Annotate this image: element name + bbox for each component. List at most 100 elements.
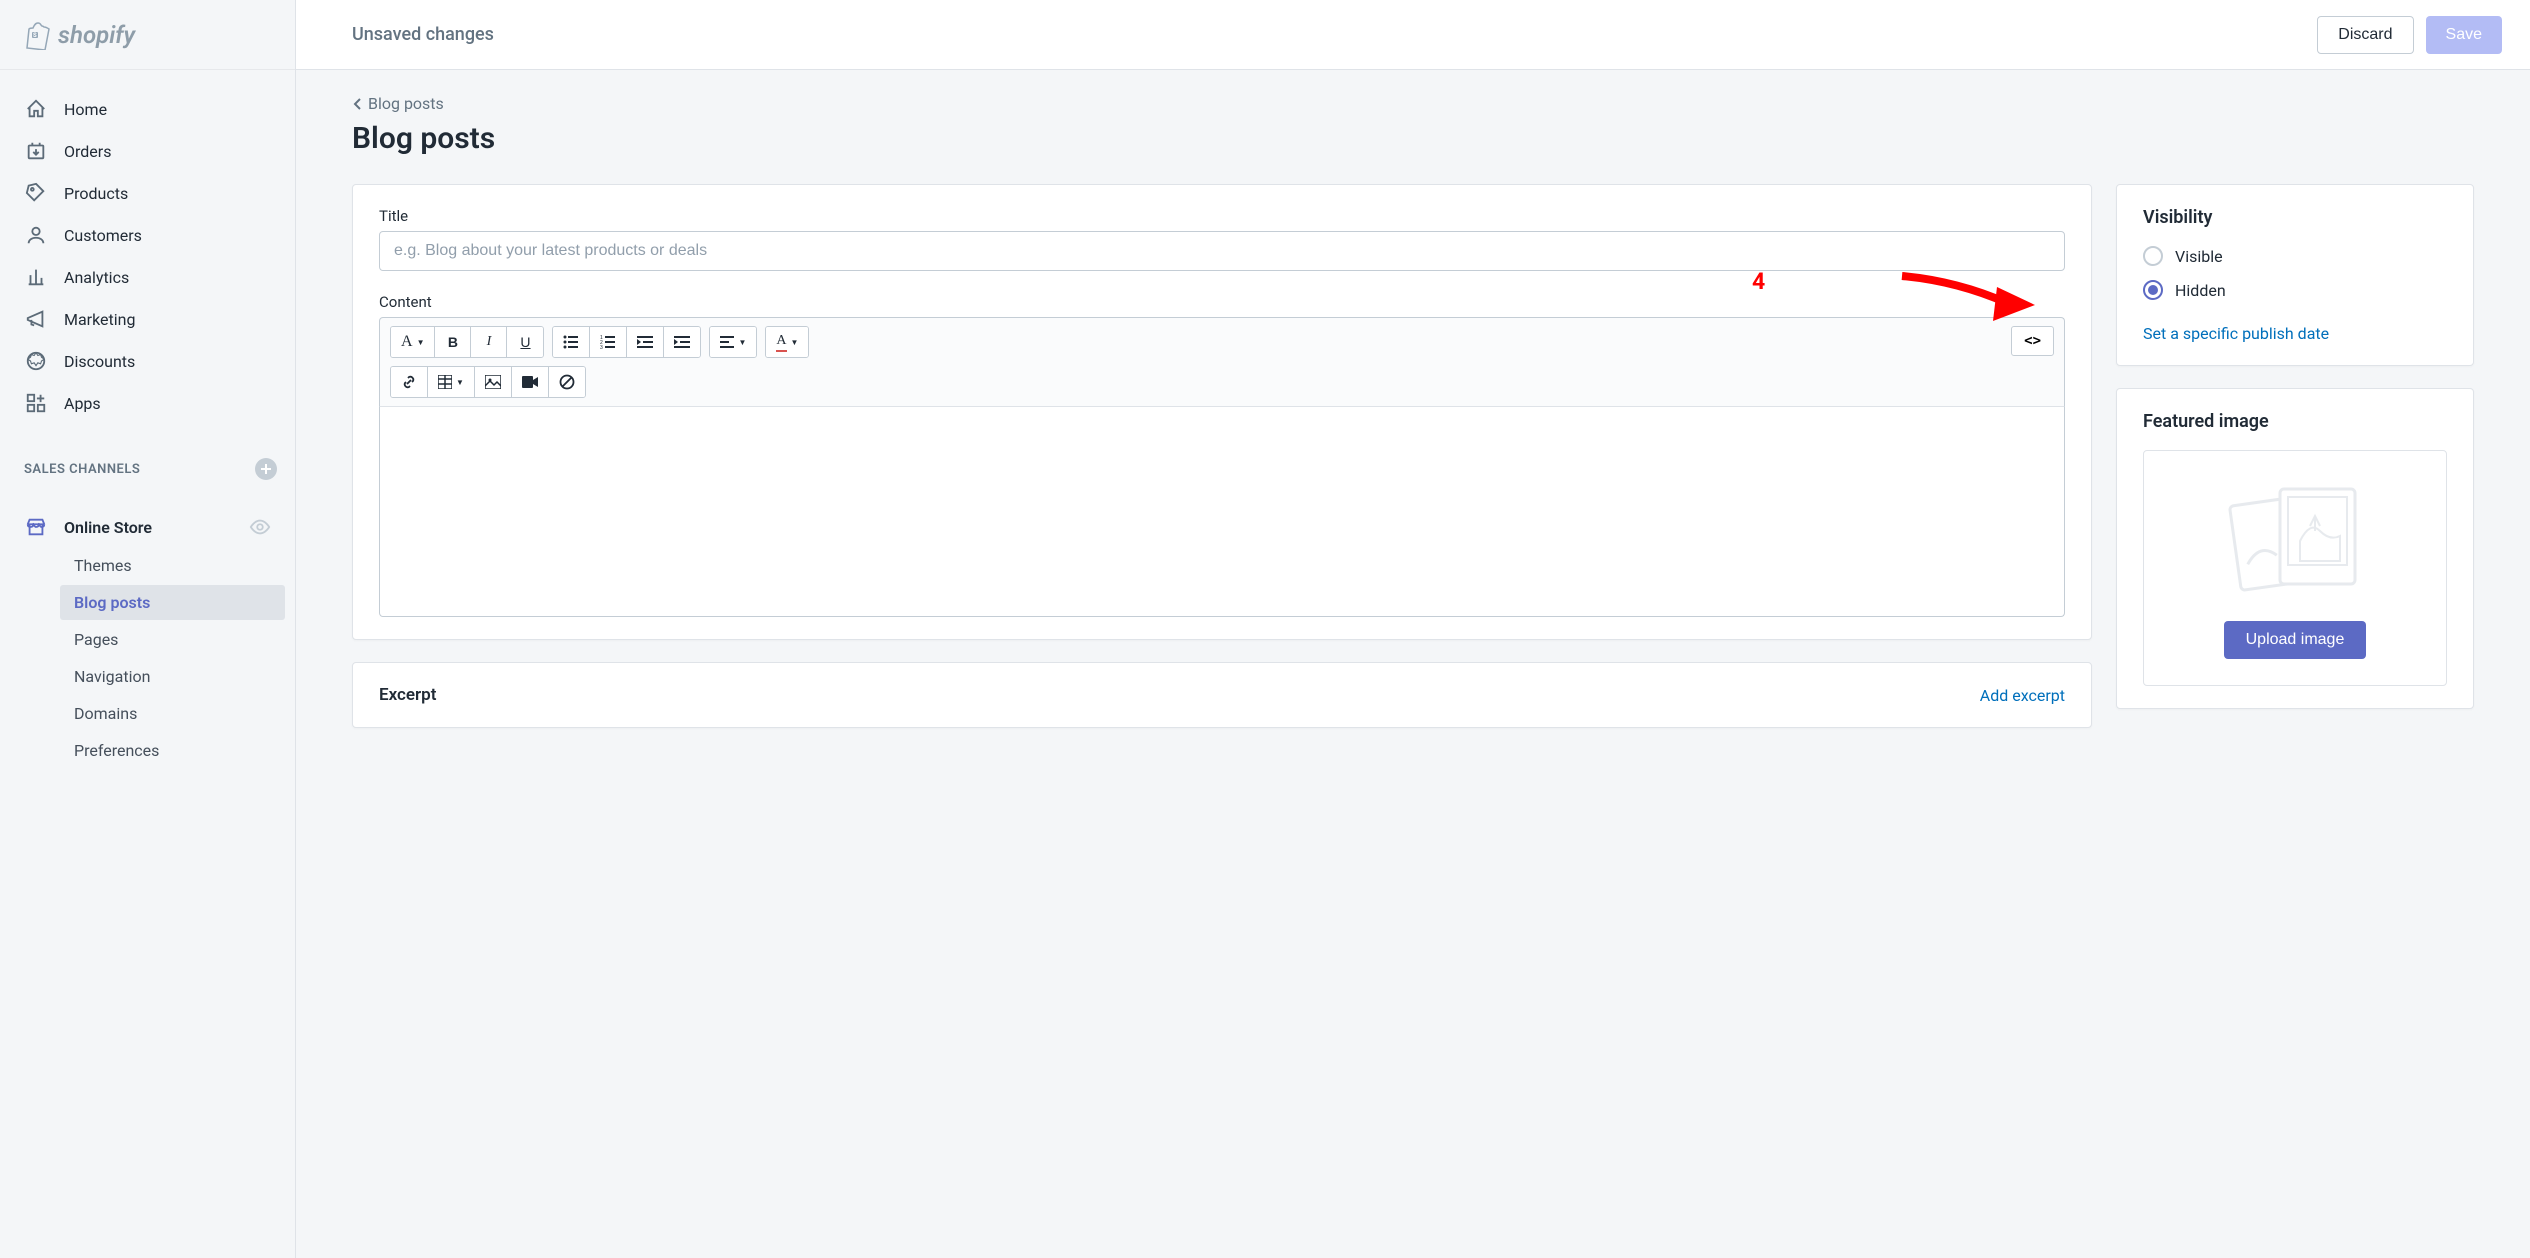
featured-image-card: Featured image Upload image — [2116, 388, 2474, 709]
nav-item-apps[interactable]: Apps — [10, 382, 285, 424]
nav-item-home[interactable]: Home — [10, 88, 285, 130]
subnav-pages[interactable]: Pages — [60, 622, 285, 657]
nav-label: Products — [64, 184, 128, 203]
nav-label: Orders — [64, 142, 111, 161]
sales-channels-header: SALES CHANNELS — [0, 436, 295, 488]
main-nav: Home Orders Products Customers — [0, 70, 295, 436]
number-list-icon: 123 — [600, 335, 616, 349]
excerpt-card: Excerpt Add excerpt — [352, 662, 2092, 728]
visibility-hidden-radio[interactable]: Hidden — [2143, 280, 2447, 300]
indent-icon — [674, 335, 690, 349]
nav-item-online-store[interactable]: Online Store — [10, 506, 285, 548]
indent-button[interactable] — [664, 327, 700, 357]
chevron-left-icon — [352, 97, 362, 111]
sales-channels-label: SALES CHANNELS — [24, 462, 140, 477]
subnav-themes[interactable]: Themes — [60, 548, 285, 583]
radio-icon — [2143, 280, 2163, 300]
nav-item-discounts[interactable]: Discounts — [10, 340, 285, 382]
title-input[interactable] — [379, 231, 2065, 271]
link-icon — [401, 374, 417, 390]
align-button[interactable]: ▼ — [710, 327, 756, 357]
radio-icon — [2143, 246, 2163, 266]
outdent-icon — [637, 335, 653, 349]
nav-label: Analytics — [64, 268, 129, 287]
visibility-card: Visibility Visible Hidden Set a specific… — [2116, 184, 2474, 366]
visibility-title: Visibility — [2143, 207, 2447, 228]
outdent-button[interactable] — [627, 327, 664, 357]
featured-image-title: Featured image — [2143, 411, 2447, 432]
show-html-button[interactable]: <> — [2011, 326, 2054, 356]
font-family-button[interactable]: A▼ — [391, 327, 435, 357]
link-button[interactable] — [391, 367, 428, 397]
excerpt-title: Excerpt — [379, 685, 436, 705]
text-color-button[interactable]: A▼ — [766, 327, 808, 357]
nav-item-products[interactable]: Products — [10, 172, 285, 214]
subnav-domains[interactable]: Domains — [60, 696, 285, 731]
sidebar: S shopify Home Orders — [0, 0, 296, 1258]
nav-item-marketing[interactable]: Marketing — [10, 298, 285, 340]
bullet-list-button[interactable] — [553, 327, 590, 357]
nav-label: Marketing — [64, 310, 135, 329]
nav-label: Home — [64, 100, 107, 119]
radio-label: Visible — [2175, 247, 2223, 266]
nav-item-orders[interactable]: Orders — [10, 130, 285, 172]
apps-icon — [24, 391, 48, 415]
publish-date-link[interactable]: Set a specific publish date — [2143, 324, 2329, 343]
table-icon — [438, 375, 452, 389]
shopify-bag-icon: S — [22, 20, 50, 50]
top-bar: Unsaved changes Discard Save — [296, 0, 2530, 70]
bold-button[interactable]: B — [435, 327, 471, 357]
breadcrumb-label: Blog posts — [368, 94, 444, 113]
page-content: Blog posts Blog posts Title Content — [296, 70, 2530, 774]
add-excerpt-link[interactable]: Add excerpt — [1980, 686, 2065, 705]
breadcrumb[interactable]: Blog posts — [352, 94, 2474, 113]
svg-text:3: 3 — [600, 345, 603, 349]
editor-card: Title Content A▼ — [352, 184, 2092, 640]
add-channel-button[interactable] — [255, 458, 277, 480]
nav-label: Discounts — [64, 352, 135, 371]
home-icon — [24, 97, 48, 121]
nav-label: Customers — [64, 226, 142, 245]
underline-button[interactable]: U — [507, 327, 543, 357]
bullet-list-icon — [563, 335, 579, 349]
svg-text:S: S — [33, 32, 37, 39]
eye-icon[interactable] — [249, 516, 271, 538]
clear-format-button[interactable] — [549, 367, 585, 397]
italic-button[interactable]: I — [471, 327, 507, 357]
main-area: Unsaved changes Discard Save Blog posts … — [296, 0, 2530, 1258]
upload-image-button[interactable]: Upload image — [2224, 621, 2367, 659]
nav-label: Online Store — [64, 518, 152, 537]
align-icon — [720, 336, 734, 348]
plus-icon — [260, 463, 272, 475]
save-button[interactable]: Save — [2426, 16, 2502, 54]
clear-icon — [559, 374, 575, 390]
orders-icon — [24, 139, 48, 163]
number-list-button[interactable]: 123 — [590, 327, 627, 357]
customers-icon — [24, 223, 48, 247]
video-button[interactable] — [512, 367, 549, 397]
discounts-icon — [24, 349, 48, 373]
title-label: Title — [379, 207, 2065, 225]
top-actions: Discard Save — [2317, 16, 2502, 54]
image-icon — [485, 375, 501, 389]
subnav-navigation[interactable]: Navigation — [60, 659, 285, 694]
visibility-visible-radio[interactable]: Visible — [2143, 246, 2447, 266]
subnav-preferences[interactable]: Preferences — [60, 733, 285, 768]
subnav-blog-posts[interactable]: Blog posts — [60, 585, 285, 620]
nav-item-analytics[interactable]: Analytics — [10, 256, 285, 298]
analytics-icon — [24, 265, 48, 289]
content-editor[interactable] — [379, 407, 2065, 617]
image-button[interactable] — [475, 367, 512, 397]
image-dropzone[interactable]: Upload image — [2143, 450, 2447, 686]
content-label: Content — [379, 293, 2065, 311]
table-button[interactable]: ▼ — [428, 367, 475, 397]
online-store-subnav: Themes Blog posts Pages Navigation Domai… — [10, 548, 285, 768]
shopify-logo[interactable]: S shopify — [22, 20, 135, 50]
discard-button[interactable]: Discard — [2317, 16, 2413, 54]
unsaved-changes-label: Unsaved changes — [352, 24, 494, 45]
image-placeholder-icon — [2225, 481, 2365, 601]
page-title: Blog posts — [352, 121, 2474, 156]
nav-item-customers[interactable]: Customers — [10, 214, 285, 256]
logo-text: shopify — [58, 21, 135, 49]
products-icon — [24, 181, 48, 205]
